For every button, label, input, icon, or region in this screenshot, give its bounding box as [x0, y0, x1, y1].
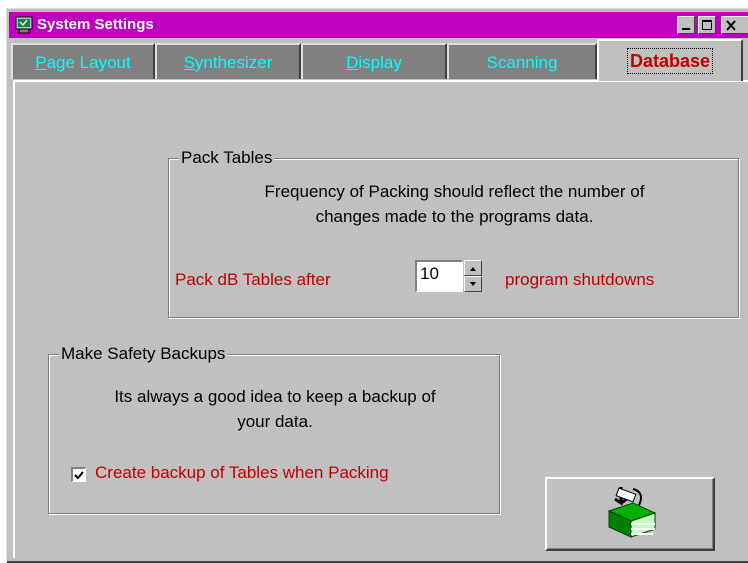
- maximize-button[interactable]: [698, 16, 716, 34]
- tab-label: age Layout: [46, 53, 131, 72]
- pack-database-button[interactable]: [545, 477, 715, 551]
- close-icon: [726, 20, 736, 31]
- pack-description-line1: Frequency of Packing should reflect the …: [264, 182, 645, 201]
- minimize-button[interactable]: [677, 16, 695, 34]
- program-shutdowns-label: program shutdowns: [505, 270, 655, 289]
- backup-description-line1: Its always a good idea to keep a backup …: [114, 387, 436, 406]
- tab-label: Scanning: [486, 53, 558, 72]
- system-settings-window: System Settings Page Layout Synthesizer …: [6, 8, 748, 563]
- arrow-down-icon: [470, 282, 476, 286]
- maximize-icon: [702, 20, 712, 30]
- create-backup-label[interactable]: Create backup of Tables when Packing: [95, 463, 389, 483]
- tab-page-layout[interactable]: Page Layout: [11, 43, 155, 79]
- spin-down-button[interactable]: [464, 276, 482, 292]
- pack-after-label: Pack dB Tables after: [175, 270, 331, 289]
- safety-backups-legend: Make Safety Backups: [59, 344, 228, 364]
- pack-interval-input[interactable]: 10: [415, 260, 463, 292]
- database-pack-icon: [607, 487, 657, 538]
- tab-scanning[interactable]: Scanning: [447, 43, 597, 79]
- tab-label-accel: P: [35, 53, 47, 72]
- tab-database[interactable]: Database: [597, 39, 743, 81]
- tab-label: ynthesizer: [194, 53, 273, 72]
- backup-description-line2: your data.: [237, 412, 313, 431]
- tab-label-accel: S: [183, 53, 195, 72]
- spin-up-button[interactable]: [464, 260, 482, 276]
- create-backup-checkbox[interactable]: [71, 467, 86, 482]
- tab-display[interactable]: Display: [301, 43, 447, 79]
- tab-label: isplay: [358, 53, 402, 72]
- tab-synthesizer[interactable]: Synthesizer: [155, 43, 301, 79]
- pack-tables-group: Pack Tables Frequency of Packing should …: [168, 148, 739, 318]
- pack-tables-legend: Pack Tables: [179, 148, 275, 168]
- window-title: System Settings: [37, 16, 154, 33]
- computer-icon: [15, 16, 33, 34]
- pack-description-line2: changes made to the programs data.: [315, 207, 594, 226]
- checkmark-icon: [74, 471, 84, 480]
- close-button[interactable]: [721, 16, 748, 34]
- tab-label: Database: [626, 48, 714, 74]
- tab-label-accel: D: [346, 53, 359, 72]
- title-bar[interactable]: System Settings: [9, 12, 748, 38]
- database-tab-panel: Pack Tables Frequency of Packing should …: [13, 80, 748, 558]
- arrow-up-icon: [470, 267, 476, 271]
- minimize-icon: [682, 28, 690, 30]
- safety-backups-group: Make Safety Backups Its always a good id…: [48, 344, 500, 514]
